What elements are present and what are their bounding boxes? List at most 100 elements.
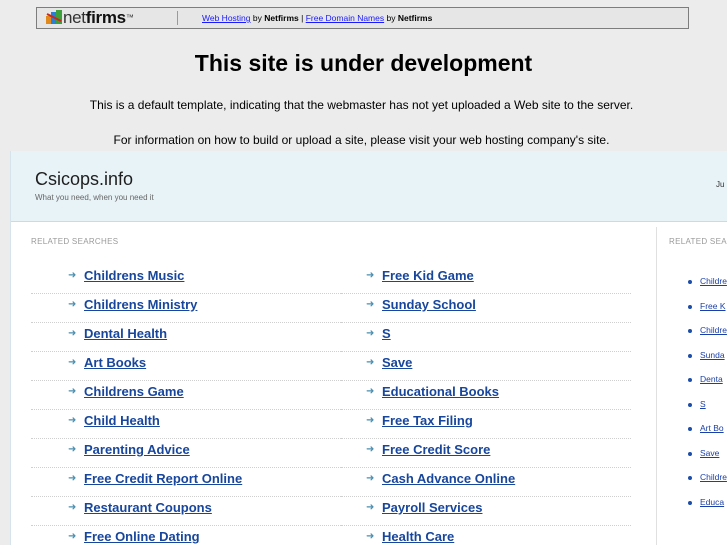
- list-item: ➜ Free Kid Game: [341, 266, 631, 294]
- free-domain-names-link[interactable]: Free Domain Names: [306, 13, 384, 23]
- sidebar-link[interactable]: Childre: [700, 324, 727, 336]
- bullet-icon: [688, 378, 692, 382]
- site-title[interactable]: Csicops.info: [35, 169, 133, 189]
- arrow-icon: ➜: [68, 270, 77, 281]
- arrow-icon: ➜: [366, 473, 375, 484]
- search-link[interactable]: Educational Books: [382, 384, 499, 400]
- arrow-icon: ➜: [366, 357, 375, 368]
- column-divider: [656, 227, 657, 545]
- web-hosting-link[interactable]: Web Hosting: [202, 13, 251, 23]
- list-item: ➜ Childrens Game: [31, 382, 341, 410]
- bullet-icon: [688, 329, 692, 333]
- netfirms-brand-2: Netfirms: [397, 13, 433, 23]
- sidebar-link[interactable]: Save: [700, 447, 719, 459]
- parked-domain-panel: Csicops.info What you need, when you nee…: [10, 151, 727, 545]
- banner-divider: [177, 11, 178, 25]
- netfirms-logo-icon: [46, 10, 62, 24]
- link-separator: |: [301, 13, 304, 23]
- bullet-icon: [688, 304, 692, 309]
- sidebar-link[interactable]: Denta: [700, 373, 723, 385]
- list-item: ➜ Free Credit Report Online: [31, 469, 341, 497]
- arrow-icon: ➜: [366, 415, 375, 426]
- list-item: ➜ Parenting Advice: [31, 440, 341, 468]
- list-item: ➜ Save: [341, 353, 631, 381]
- arrow-icon: ➜: [68, 444, 77, 455]
- arrow-icon: ➜: [68, 531, 77, 542]
- sidebar-link[interactable]: S: [700, 398, 706, 410]
- search-link[interactable]: Art Books: [84, 355, 146, 371]
- list-item: ➜ Free Tax Filing: [341, 411, 631, 439]
- list-item: ➜ S: [341, 324, 631, 352]
- search-link[interactable]: Childrens Music: [84, 268, 184, 284]
- bullet-icon: [688, 476, 692, 480]
- list-item: ➜ Payroll Services: [341, 498, 631, 526]
- search-link[interactable]: Child Health: [84, 413, 160, 429]
- search-link[interactable]: Health Care: [382, 529, 454, 545]
- list-item: ➜ Educational Books: [341, 382, 631, 410]
- bullet-icon: [688, 451, 692, 456]
- arrow-icon: ➜: [68, 415, 77, 426]
- search-link[interactable]: Restaurant Coupons: [84, 500, 212, 516]
- date-text: Ju: [716, 180, 725, 189]
- netfirms-brand-1: Netfirms: [264, 13, 299, 23]
- list-item: ➜ Childrens Music: [31, 266, 341, 294]
- search-link[interactable]: Save: [382, 355, 412, 371]
- site-tagline: What you need, when you need it: [35, 193, 154, 202]
- related-searches-label: RELATED SEARCHES: [31, 237, 119, 246]
- arrow-icon: ➜: [366, 444, 375, 455]
- by-text-2: by: [386, 13, 396, 23]
- arrow-icon: ➜: [68, 502, 77, 513]
- by-text-1: by: [252, 13, 262, 23]
- search-link[interactable]: Sunday School: [382, 297, 476, 313]
- sidebar-link[interactable]: Childre: [700, 275, 727, 287]
- list-item: ➜ Health Care: [341, 527, 631, 545]
- search-link[interactable]: Childrens Game: [84, 384, 184, 400]
- banner-links: Web Hosting by Netfirms | Free Domain Na…: [202, 13, 432, 24]
- list-item: ➜ Cash Advance Online: [341, 469, 631, 497]
- panel-header: Csicops.info What you need, when you nee…: [11, 151, 727, 222]
- arrow-icon: ➜: [68, 328, 77, 339]
- bullet-icon: [688, 280, 692, 284]
- related-searches-label-sidebar: RELATED SEA: [669, 237, 727, 246]
- list-item: ➜ Childrens Ministry: [31, 295, 341, 323]
- related-searches-column-1: ➜ Childrens Music ➜ Childrens Ministry ➜ De…: [31, 266, 341, 545]
- search-link[interactable]: Childrens Ministry: [84, 297, 197, 313]
- search-link[interactable]: Free Online Dating: [84, 529, 200, 545]
- sidebar-link[interactable]: Art Bo: [700, 422, 724, 434]
- netfirms-banner: netfirms™ Web Hosting by Netfirms | Free…: [36, 7, 689, 29]
- arrow-icon: ➜: [366, 328, 375, 339]
- arrow-icon: ➜: [366, 502, 375, 513]
- list-item: ➜ Free Credit Score: [341, 440, 631, 468]
- default-template-notice: This is a default template, indicating t…: [89, 98, 634, 112]
- search-link[interactable]: Payroll Services: [382, 500, 482, 516]
- bullet-icon: [688, 500, 692, 505]
- sidebar-link[interactable]: Free K: [700, 300, 726, 312]
- netfirms-logo[interactable]: netfirms™: [46, 9, 134, 27]
- search-link[interactable]: Cash Advance Online: [382, 471, 515, 487]
- list-item: ➜ Child Health: [31, 411, 341, 439]
- sidebar-link[interactable]: Sunda: [700, 349, 725, 361]
- logo-text-net: net: [63, 8, 86, 27]
- arrow-icon: ➜: [366, 270, 375, 281]
- search-link[interactable]: Free Kid Game: [382, 268, 474, 284]
- bullet-icon: [688, 353, 692, 358]
- search-link[interactable]: Parenting Advice: [84, 442, 190, 458]
- related-searches-column-2: ➜ Free Kid Game ➜ Sunday School ➜ S ➜ Save ➜…: [341, 266, 631, 545]
- search-link[interactable]: Free Credit Report Online: [84, 471, 242, 487]
- search-link[interactable]: Free Credit Score: [382, 442, 490, 458]
- arrow-icon: ➜: [366, 299, 375, 310]
- arrow-icon: ➜: [68, 299, 77, 310]
- list-item: ➜ Restaurant Coupons: [31, 498, 341, 526]
- arrow-icon: ➜: [68, 473, 77, 484]
- search-link[interactable]: S: [382, 326, 391, 342]
- sidebar-link[interactable]: Childre: [700, 471, 727, 483]
- logo-text-firms: firms: [85, 8, 126, 27]
- hosting-info-notice: For information on how to build or uploa…: [113, 133, 610, 147]
- list-item: ➜ Art Books: [31, 353, 341, 381]
- logo-trademark: ™: [125, 13, 134, 22]
- bullet-icon: [688, 427, 692, 431]
- search-link[interactable]: Free Tax Filing: [382, 413, 473, 429]
- bullet-icon: [688, 402, 692, 407]
- sidebar-link[interactable]: Educa: [700, 496, 724, 508]
- search-link[interactable]: Dental Health: [84, 326, 167, 342]
